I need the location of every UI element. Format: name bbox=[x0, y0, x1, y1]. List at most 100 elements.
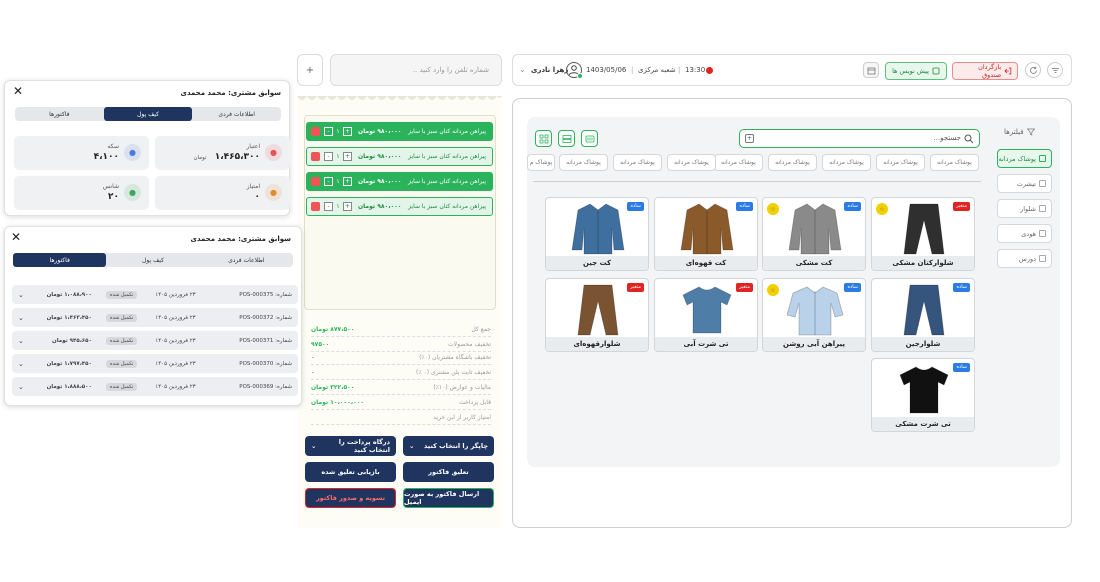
chip-label: پوشاک مردانه bbox=[775, 159, 810, 166]
sidebar-item[interactable]: هودی bbox=[997, 224, 1052, 243]
product-card[interactable]: ساده کت قهوه‌ای bbox=[654, 197, 758, 271]
close-icon[interactable]: ✕ bbox=[13, 84, 23, 98]
garment-shape bbox=[903, 284, 945, 336]
stat-value: ۴،۱۰۰ bbox=[93, 152, 119, 162]
grid-view-button[interactable] bbox=[535, 130, 552, 147]
cart-item[interactable]: -۱ +۹۸۰،۰۰۰ تومان پیراهن مردانه کتان سبز ب… bbox=[306, 197, 493, 216]
trash-icon[interactable] bbox=[311, 202, 320, 211]
sidebar-item[interactable]: دورس bbox=[997, 249, 1052, 268]
calendar-button[interactable] bbox=[863, 62, 879, 78]
phone-search-input[interactable]: شماره تلفن را وارد کنید .. bbox=[330, 54, 502, 86]
star-icon[interactable]: ☆ bbox=[876, 203, 888, 215]
tab-wallet[interactable]: کیف پول bbox=[106, 253, 199, 267]
category-chip[interactable]: پوشاک مردانه bbox=[613, 154, 662, 171]
email-invoice-button[interactable]: ارسال فاکتور به صورت ایمیل bbox=[403, 488, 494, 508]
minus-button[interactable]: - bbox=[324, 202, 333, 211]
cart-item[interactable]: -۱ +۹۸۰،۰۰۰ تومان پیراهن مردانه کتان سبز ب… bbox=[306, 147, 493, 166]
barcode-button[interactable] bbox=[581, 130, 598, 147]
invoice-row[interactable]: ⌄ ۱،۴۶۳،۴۵۰ تومان تکمیل شده ۲۳ فروردین ۱۴۰۵… bbox=[12, 308, 298, 327]
plus-button[interactable]: + bbox=[343, 152, 352, 161]
catalog-search-input[interactable]: جستجو... + bbox=[739, 129, 980, 148]
product-card[interactable]: ساده تی شرت مشکی bbox=[871, 358, 975, 432]
refresh-button[interactable] bbox=[1025, 62, 1041, 78]
garment-shape bbox=[899, 366, 949, 414]
product-card[interactable]: متغیر ☆ شلوارکتان مشکی bbox=[871, 197, 975, 271]
star-icon[interactable]: ☆ bbox=[767, 203, 779, 215]
return-drawer-button[interactable]: بازگردان صندوق bbox=[952, 62, 1018, 80]
invoice-date: ۲۳ فروردین ۱۴۰۵ bbox=[155, 360, 196, 367]
minus-button[interactable]: - bbox=[324, 177, 333, 186]
jacket-image bbox=[680, 203, 734, 255]
category-chip[interactable]: پوشاک م bbox=[527, 154, 555, 171]
drafts-button[interactable]: پیش نویس ها bbox=[885, 62, 947, 80]
restore-suspended-button[interactable]: بازیابی تعلیق شده bbox=[305, 462, 396, 482]
chevron-down-icon[interactable]: ⌄ bbox=[18, 291, 24, 299]
add-customer-button[interactable]: + bbox=[297, 54, 323, 86]
trash-icon[interactable] bbox=[311, 127, 320, 136]
chevron-down-icon[interactable]: ⌄ bbox=[18, 360, 24, 368]
tab-personal-info[interactable]: اطلاعات فردی bbox=[192, 107, 281, 121]
plus-button[interactable]: + bbox=[343, 127, 352, 136]
plus-button[interactable]: + bbox=[343, 177, 352, 186]
category-chip[interactable]: پوشاک مردانه bbox=[559, 154, 608, 171]
list-view-button[interactable] bbox=[558, 130, 575, 147]
tab-label: کیف پول bbox=[142, 256, 164, 264]
online-dot bbox=[577, 73, 583, 79]
time-text: 13:30 bbox=[685, 66, 706, 74]
sidebar-item[interactable]: پوشاک مردانه bbox=[997, 149, 1052, 168]
product-name: کت مشکی bbox=[763, 256, 865, 270]
category-chip[interactable]: پوشاک مردانه bbox=[714, 154, 763, 171]
sidebar-item[interactable]: تیشرت bbox=[997, 174, 1052, 193]
product-name: شلوارجین bbox=[872, 337, 974, 351]
sidebar-item[interactable]: شلوار bbox=[997, 199, 1052, 218]
category-chip[interactable]: پوشاک مردانه bbox=[667, 154, 716, 171]
star-icon[interactable]: ☆ bbox=[767, 284, 779, 296]
chevron-down-icon[interactable]: ⌄ bbox=[18, 383, 24, 391]
product-type-badge: متغیر bbox=[627, 283, 644, 292]
chevron-down-icon[interactable]: ⌄ bbox=[18, 337, 24, 345]
search-icon bbox=[964, 134, 974, 144]
sidebar-item-label: تیشرت bbox=[1016, 179, 1036, 188]
close-icon[interactable]: ✕ bbox=[11, 230, 21, 244]
chevron-down-icon[interactable]: ⌄ bbox=[519, 65, 526, 74]
category-chip[interactable]: پوشاک مردانه bbox=[768, 154, 817, 171]
category-chip[interactable]: پوشاک مردانه bbox=[930, 154, 979, 171]
product-name: تی شرت مشکی bbox=[872, 417, 974, 431]
tab-personal-info[interactable]: اطلاعات فردی bbox=[200, 253, 293, 267]
minus-button[interactable]: - bbox=[324, 152, 333, 161]
category-chip[interactable]: پوشاک مردانه bbox=[822, 154, 871, 171]
invoice-row[interactable]: ⌄ ۱،۷۹۷،۴۵۰ تومان تکمیل شده ۲۳ فروردین ۱۴۰۵… bbox=[12, 354, 298, 373]
category-chip[interactable]: پوشاک مردانه bbox=[876, 154, 925, 171]
invoice-row[interactable]: ⌄ ۹۴۵،۶۵۰ تومان تکمیل شده ۲۳ فروردین ۱۴۰۵ شم… bbox=[12, 331, 298, 350]
product-card[interactable]: ساده ☆ کت مشکی bbox=[762, 197, 866, 271]
cart-item[interactable]: -۱ +۹۸۰،۰۰۰ تومان پیراهن مردانه کتان سبز ب… bbox=[306, 172, 493, 191]
product-type-badge: ساده bbox=[627, 202, 644, 211]
trash-icon[interactable] bbox=[311, 152, 320, 161]
product-card[interactable]: ساده شلوارجین bbox=[871, 278, 975, 352]
product-card[interactable]: متغیر شلوارقهوه‌ای bbox=[545, 278, 649, 352]
invoice-row[interactable]: ⌄ ۱،۰۸۸،۹۰۰ تومان تکمیل شده ۲۳ فروردین ۱۴۰۵… bbox=[12, 285, 298, 304]
invoice-row[interactable]: ⌄ ۱،۸۸۸،۵۰۰ تومان تکمیل شده ۲۳ فروردین ۱۴۰۵… bbox=[12, 377, 298, 396]
trash-icon[interactable] bbox=[311, 177, 320, 186]
printer-select[interactable]: چاپگر را انتخاب کنید ⌄ bbox=[403, 436, 494, 456]
minus-button[interactable]: - bbox=[324, 127, 333, 136]
chevron-down-icon: ⌄ bbox=[311, 442, 317, 450]
suspend-invoice-button[interactable]: تعلیق فاکتور bbox=[403, 462, 494, 482]
gateway-select[interactable]: درگاه پرداخت را انتخاب کنید ⌄ bbox=[305, 436, 396, 456]
plus-button[interactable]: + bbox=[343, 202, 352, 211]
summary-row: تخفیف محصولات ۹۷۵۰۰ bbox=[311, 338, 491, 352]
menu-button[interactable] bbox=[1047, 62, 1063, 78]
product-card[interactable]: ساده ☆ پیراهن آبی روشن bbox=[762, 278, 866, 352]
tab-label: اطلاعات فردی bbox=[228, 256, 265, 264]
product-card[interactable]: متغیر تی شرت آبی bbox=[654, 278, 758, 352]
chevron-down-icon[interactable]: ⌄ bbox=[18, 314, 24, 322]
tab-invoices[interactable]: فاکتورها bbox=[15, 107, 104, 121]
product-name: کت جین bbox=[546, 256, 648, 270]
settle-invoice-button[interactable]: تسویه و صدور فاکتور bbox=[305, 488, 396, 508]
cart-item[interactable]: -۱ +۹۸۰،۰۰۰ تومان پیراهن مردانه کتان سبز ب… bbox=[306, 122, 493, 141]
invoice-status-badge: تکمیل شده bbox=[105, 290, 138, 299]
plus-square-icon[interactable]: + bbox=[745, 134, 754, 143]
tab-wallet[interactable]: کیف پول bbox=[103, 107, 193, 121]
tab-invoices[interactable]: فاکتورها bbox=[13, 253, 107, 267]
product-card[interactable]: ساده کت جین bbox=[545, 197, 649, 271]
